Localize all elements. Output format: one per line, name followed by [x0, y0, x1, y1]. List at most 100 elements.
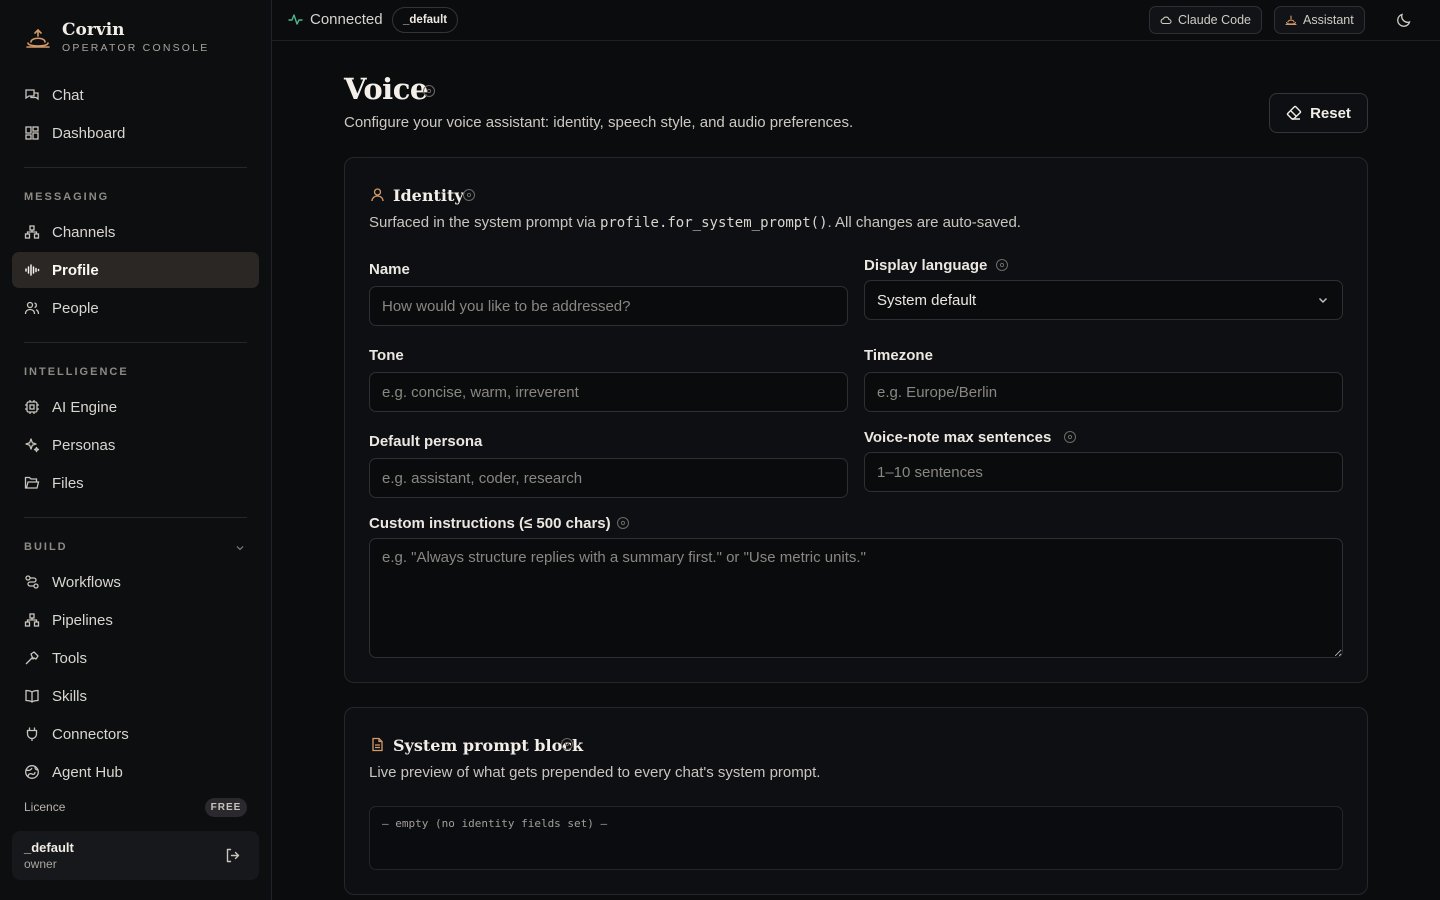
user-name: _default [24, 840, 74, 855]
sidebar-item-chat[interactable]: Chat [12, 77, 259, 113]
sidebar-item-label: Chat [52, 86, 84, 104]
sidebar-item-label: AI Engine [52, 398, 118, 416]
channels-icon [24, 225, 40, 239]
name-label: Name [369, 261, 410, 278]
sidebar-item-label: Agent Hub [52, 763, 123, 781]
people-icon [24, 301, 40, 315]
sidebar-item-tools[interactable]: Tools [12, 640, 259, 676]
section-label-messaging: MESSAGING [24, 191, 110, 203]
dashboard-icon [25, 126, 39, 140]
sidebar-item-label: Skills [52, 687, 88, 705]
document-icon [372, 737, 383, 752]
sidebar-item-channels[interactable]: Channels [12, 214, 259, 250]
sidebar-item-files[interactable]: Files [12, 465, 259, 501]
help-icon[interactable] [560, 737, 574, 751]
identity-card: Identity Surfaced in the system prompt v… [344, 157, 1368, 683]
reset-label: Reset [1310, 104, 1351, 122]
sidebar-item-agent-hub[interactable]: Agent Hub [12, 754, 259, 790]
assistant-button[interactable]: Assistant [1274, 6, 1365, 34]
sidebar-item-label: Channels [52, 223, 116, 241]
voice-note-label: Voice-note max sentences [864, 429, 1052, 446]
system-prompt-preview: — empty (no identity fields set) — [369, 806, 1343, 870]
logout-icon[interactable] [224, 847, 241, 864]
sidebar-item-label: Files [52, 474, 84, 492]
timezone-label: Timezone [864, 347, 933, 364]
tone-input[interactable] [369, 372, 848, 412]
sidebar-item-label: People [52, 299, 99, 317]
display-language-label: Display language [864, 257, 988, 274]
logo-icon [26, 28, 50, 48]
brand-name: Corvin [62, 20, 125, 40]
moon-icon[interactable] [1396, 12, 1412, 28]
connection-status: Connected [310, 11, 383, 28]
sidebar-item-people[interactable]: People [12, 290, 259, 326]
help-icon[interactable] [462, 188, 476, 202]
sidebar-item-workflows[interactable]: Workflows [12, 564, 259, 600]
pipeline-icon [24, 613, 40, 627]
folder-icon [24, 476, 40, 489]
desc-code: profile.for_system_prompt() [599, 215, 828, 231]
user-role: owner [24, 857, 57, 871]
timezone-input[interactable] [864, 372, 1343, 412]
voice-note-input[interactable] [864, 452, 1343, 492]
licence-badge: FREE [205, 798, 247, 817]
sidebar-item-label: Connectors [52, 725, 129, 743]
desc-text: Surfaced in the system prompt via [369, 214, 600, 231]
display-language-select[interactable]: System default [864, 280, 1343, 320]
cpu-icon [25, 400, 39, 414]
waveform-icon [25, 264, 40, 276]
sidebar-item-label: Pipelines [52, 611, 113, 629]
sidebar: Corvin OPERATOR CONSOLE Chat Dashboard M… [0, 0, 272, 900]
sidebar-item-label: Workflows [52, 573, 121, 591]
display-language-value: System default [877, 291, 977, 309]
sidebar-item-personas[interactable]: Personas [12, 427, 259, 463]
user-icon [371, 188, 384, 202]
system-prompt-card: System prompt block Live preview of what… [344, 707, 1368, 895]
eraser-icon [1286, 105, 1302, 120]
desc-text: . All changes are auto-saved. [827, 214, 1021, 231]
help-icon[interactable] [995, 258, 1009, 272]
chevron-down-icon[interactable] [234, 542, 246, 554]
claude-code-label: Claude Code [1178, 13, 1251, 27]
sidebar-item-dashboard[interactable]: Dashboard [12, 115, 259, 151]
plug-icon [26, 727, 38, 741]
workspace-badge[interactable]: _default [392, 7, 459, 33]
page-title: Voice [344, 72, 428, 106]
custom-instructions-textarea[interactable] [369, 538, 1343, 658]
brand-subtitle: OPERATOR CONSOLE [62, 42, 210, 54]
custom-instructions-label: Custom instructions (≤ 500 chars) [369, 515, 611, 532]
section-label-build: BUILD [24, 541, 68, 553]
sparkles-icon [25, 438, 40, 453]
sidebar-divider [24, 517, 247, 518]
sidebar-item-pipelines[interactable]: Pipelines [12, 602, 259, 638]
book-icon [25, 689, 39, 703]
sidebar-divider [24, 342, 247, 343]
sidebar-item-label: Tools [52, 649, 88, 667]
help-icon[interactable] [422, 84, 436, 98]
sidebar-divider [24, 167, 247, 168]
sidebar-item-connectors[interactable]: Connectors [12, 716, 259, 752]
sidebar-item-label: Dashboard [52, 124, 126, 142]
identity-title: Identity [393, 186, 464, 205]
workflow-icon [25, 575, 39, 589]
hammer-icon [25, 651, 39, 665]
default-persona-input[interactable] [369, 458, 848, 498]
page-subtitle: Configure your voice assistant: identity… [344, 114, 854, 131]
sidebar-item-ai-engine[interactable]: AI Engine [12, 389, 259, 425]
section-label-intelligence: INTELLIGENCE [24, 366, 129, 378]
sidebar-item-label: Personas [52, 436, 116, 454]
claude-code-button[interactable]: Claude Code [1149, 6, 1262, 34]
assistant-logo-icon [1285, 15, 1297, 26]
help-icon[interactable] [616, 516, 630, 530]
reset-button[interactable]: Reset [1269, 93, 1368, 133]
name-input[interactable] [369, 286, 848, 326]
sidebar-item-skills[interactable]: Skills [12, 678, 259, 714]
sidebar-item-profile[interactable]: Profile [12, 252, 259, 288]
brand[interactable]: Corvin OPERATOR CONSOLE [24, 20, 209, 55]
tone-label: Tone [369, 347, 404, 364]
system-prompt-description: Live preview of what gets prepended to e… [369, 764, 821, 781]
chat-icon [25, 89, 39, 101]
identity-description: Surfaced in the system prompt via profil… [369, 214, 1021, 231]
help-icon[interactable] [1063, 430, 1077, 444]
globe-icon [25, 765, 39, 779]
